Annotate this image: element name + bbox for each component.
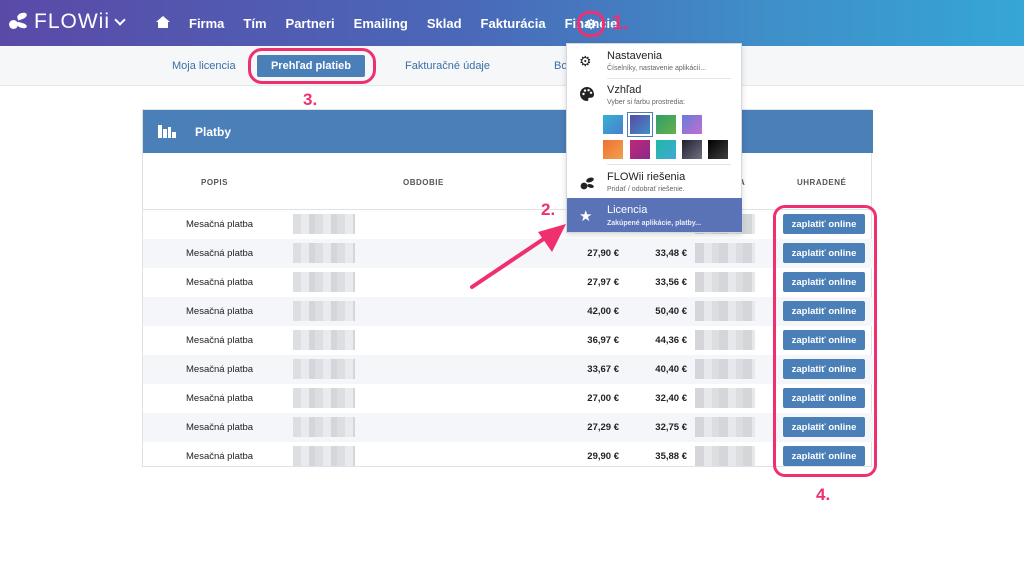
annotation-step-2: 2. bbox=[541, 200, 556, 219]
annotation-arrow bbox=[470, 224, 566, 289]
app-window: FLOWii Firma Tím Partneri Emailing Sklad… bbox=[0, 0, 1024, 573]
